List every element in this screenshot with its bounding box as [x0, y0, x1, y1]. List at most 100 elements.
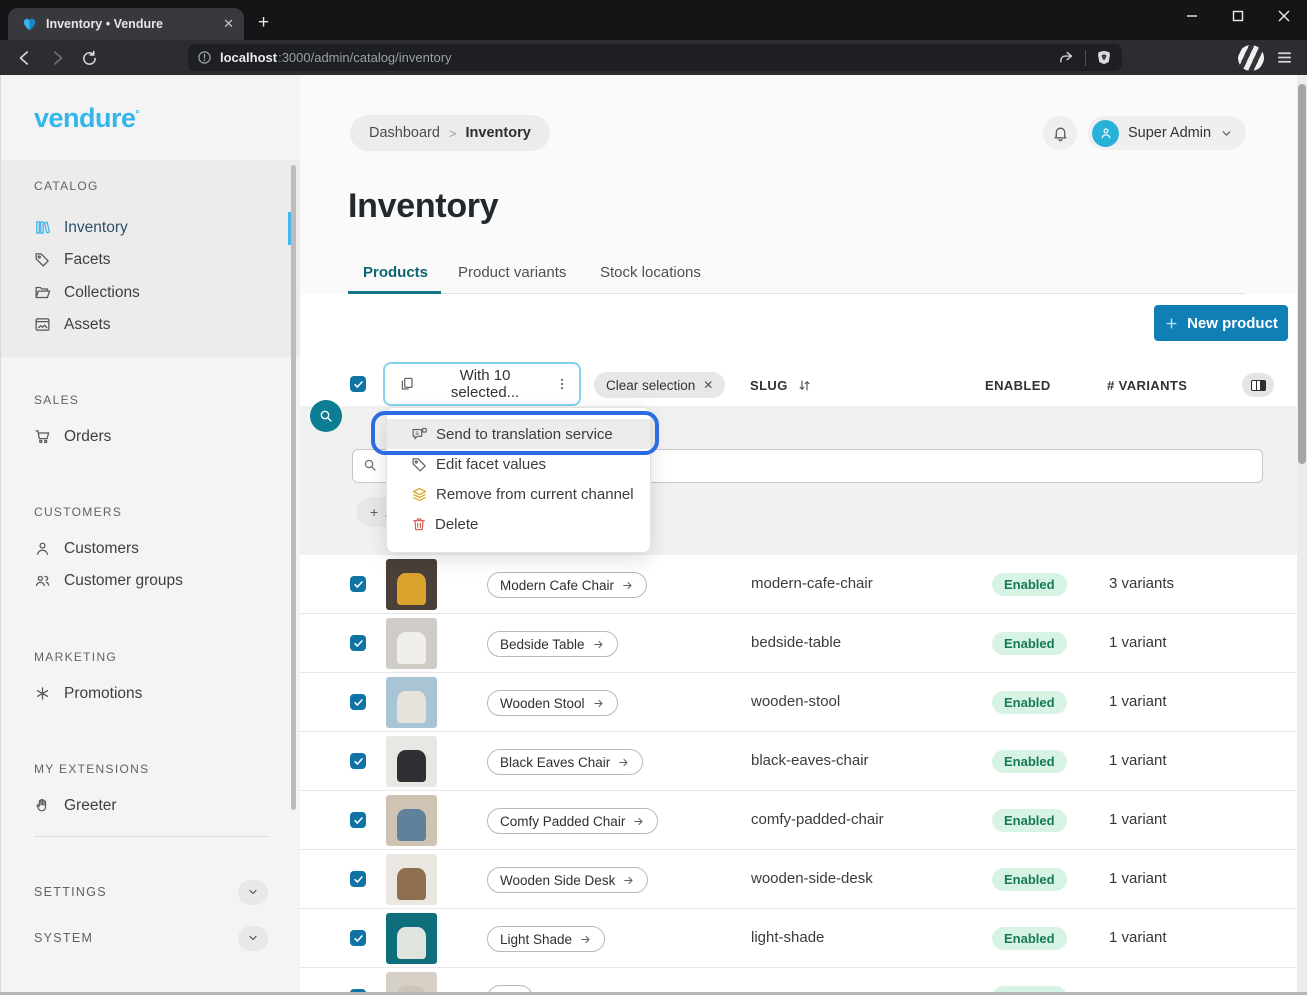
table-row[interactable]: Wooden Side Desk wooden-side-desk Enable…	[300, 850, 1297, 909]
trash-icon	[411, 516, 427, 532]
address-bar[interactable]: localhost :3000/admin/catalog/inventory	[188, 44, 1122, 71]
row-checkbox[interactable]	[350, 635, 366, 651]
kebab-menu-icon[interactable]	[555, 376, 569, 392]
sidebar-item-greeter[interactable]: Greeter	[1, 790, 291, 821]
sidebar-item-inventory[interactable]: Inventory	[1, 212, 291, 243]
row-checkbox[interactable]	[350, 753, 366, 769]
product-name-link[interactable]: Wooden Stool	[487, 690, 618, 716]
product-slug: comfy-padded-chair	[751, 811, 884, 828]
variant-count: 1 variant	[1109, 811, 1167, 828]
close-icon: ✕	[703, 378, 713, 392]
product-name-link[interactable]: Modern Cafe Chair	[487, 572, 647, 598]
user-menu[interactable]: Super Admin	[1088, 116, 1246, 150]
product-name-link[interactable]: Black Eaves Chair	[487, 749, 643, 775]
new-product-button[interactable]: New product	[1154, 305, 1288, 341]
window-controls	[1169, 0, 1307, 32]
column-header-variants[interactable]: # VARIANTS	[1107, 378, 1187, 393]
copy-icon	[399, 376, 415, 392]
menu-item-send-to-translation-service[interactable]: a Send to translation service	[387, 419, 650, 449]
sidebar-scrollbar[interactable]	[291, 165, 296, 810]
tab-close-icon[interactable]: ✕	[223, 16, 234, 32]
new-tab-button[interactable]: +	[258, 12, 269, 34]
url-host: localhost	[220, 50, 277, 65]
site-info-icon[interactable]	[197, 50, 212, 65]
section-label-sales: SALES	[34, 393, 79, 407]
close-button[interactable]	[1261, 0, 1307, 32]
select-all-checkbox[interactable]	[350, 376, 366, 392]
search-toggle-button[interactable]	[310, 400, 342, 432]
status-badge: Enabled	[992, 750, 1067, 773]
table-row[interactable]: Modern Cafe Chair modern-cafe-chair Enab…	[300, 555, 1297, 614]
user-avatar-icon	[1092, 120, 1119, 147]
sidebar-item-system[interactable]: SYSTEM	[34, 925, 268, 951]
sidebar-item-settings[interactable]: SETTINGS	[34, 879, 268, 905]
table-row[interactable]: Light Shade light-shade Enabled 1 varian…	[300, 909, 1297, 968]
notifications-button[interactable]	[1043, 116, 1077, 150]
product-name-link[interactable]: Wooden Side Desk	[487, 867, 648, 893]
row-checkbox[interactable]	[350, 871, 366, 887]
profile-avatar[interactable]	[1238, 45, 1264, 71]
row-checkbox[interactable]	[350, 812, 366, 828]
table-row[interactable]: Comfy Padded Chair comfy-padded-chair En…	[300, 791, 1297, 850]
user-name: Super Admin	[1128, 125, 1211, 141]
breadcrumb[interactable]: Dashboard > Inventory	[350, 115, 550, 151]
sidebar-item-orders[interactable]: Orders	[1, 421, 291, 452]
table-row[interactable]: Enabled	[300, 968, 1297, 995]
chevron-down-icon[interactable]	[238, 880, 268, 905]
chevron-down-icon[interactable]	[238, 926, 268, 951]
table-row[interactable]: Wooden Stool wooden-stool Enabled 1 vari…	[300, 673, 1297, 732]
variant-count: 1 variant	[1109, 752, 1167, 769]
arrow-right-icon	[592, 697, 605, 710]
column-header-enabled[interactable]: ENABLED	[985, 378, 1051, 393]
product-name-link[interactable]: Bedside Table	[487, 631, 618, 657]
table-row[interactable]: Black Eaves Chair black-eaves-chair Enab…	[300, 732, 1297, 791]
menu-item-delete[interactable]: Delete	[387, 509, 650, 539]
row-checkbox[interactable]	[350, 694, 366, 710]
product-thumbnail	[386, 618, 437, 669]
breadcrumb-dashboard[interactable]: Dashboard	[369, 125, 440, 141]
back-button[interactable]	[14, 47, 36, 69]
brave-shield-icon[interactable]	[1096, 49, 1112, 66]
product-name-link[interactable]: Comfy Padded Chair	[487, 808, 658, 834]
sort-icon[interactable]	[797, 378, 812, 393]
share-icon[interactable]	[1058, 49, 1075, 66]
status-badge: Enabled	[992, 573, 1067, 596]
main-content: Dashboard > Inventory Super Admin Invent…	[300, 75, 1307, 995]
minimize-button[interactable]	[1169, 0, 1215, 32]
variant-count: 1 variant	[1109, 634, 1167, 651]
with-selected-button[interactable]: With 10 selected...	[383, 362, 581, 406]
tab-stock-locations[interactable]: Stock locations	[600, 264, 701, 281]
row-checkbox[interactable]	[350, 930, 366, 946]
product-name-link[interactable]: Light Shade	[487, 926, 605, 952]
clear-selection-button[interactable]: Clear selection✕	[594, 372, 725, 398]
menu-item-edit-facet-values[interactable]: Edit facet values	[387, 449, 650, 479]
browser-menu-icon[interactable]	[1276, 49, 1293, 66]
reload-button[interactable]	[78, 47, 100, 69]
row-checkbox[interactable]	[350, 576, 366, 592]
browser-tab[interactable]: Inventory • Vendure ✕	[8, 8, 244, 40]
arrow-right-icon	[621, 579, 634, 592]
scrollbar-thumb[interactable]	[1298, 84, 1306, 464]
forward-button[interactable]	[46, 47, 68, 69]
sidebar-item-customers[interactable]: Customers	[1, 533, 291, 564]
sidebar-item-collections[interactable]: Collections	[1, 277, 291, 308]
sidebar-item-customer-groups[interactable]: Customer groups	[1, 565, 291, 596]
table-row[interactable]: Bedside Table bedside-table Enabled 1 va…	[300, 614, 1297, 673]
sidebar-item-facets[interactable]: Facets	[1, 244, 291, 275]
column-header-slug[interactable]: SLUG	[750, 378, 788, 393]
section-label-customers: CUSTOMERS	[34, 505, 122, 519]
status-badge: Enabled	[992, 691, 1067, 714]
product-slug: wooden-side-desk	[751, 870, 873, 887]
section-label-my-extensions: MY EXTENSIONS	[34, 762, 149, 776]
sidebar-item-promotions[interactable]: Promotions	[1, 678, 291, 709]
menu-item-remove-from-channel[interactable]: Remove from current channel	[387, 479, 650, 509]
vendure-logo[interactable]: vendure°	[34, 103, 139, 134]
tab-product-variants[interactable]: Product variants	[458, 264, 566, 281]
tab-products[interactable]: Products	[363, 264, 428, 281]
page-scrollbar[interactable]	[1297, 75, 1307, 995]
sidebar-item-assets[interactable]: Assets	[1, 309, 291, 340]
column-settings-button[interactable]	[1242, 373, 1274, 397]
asterisk-icon	[34, 685, 51, 702]
layers-icon	[411, 486, 428, 503]
maximize-button[interactable]	[1215, 0, 1261, 32]
